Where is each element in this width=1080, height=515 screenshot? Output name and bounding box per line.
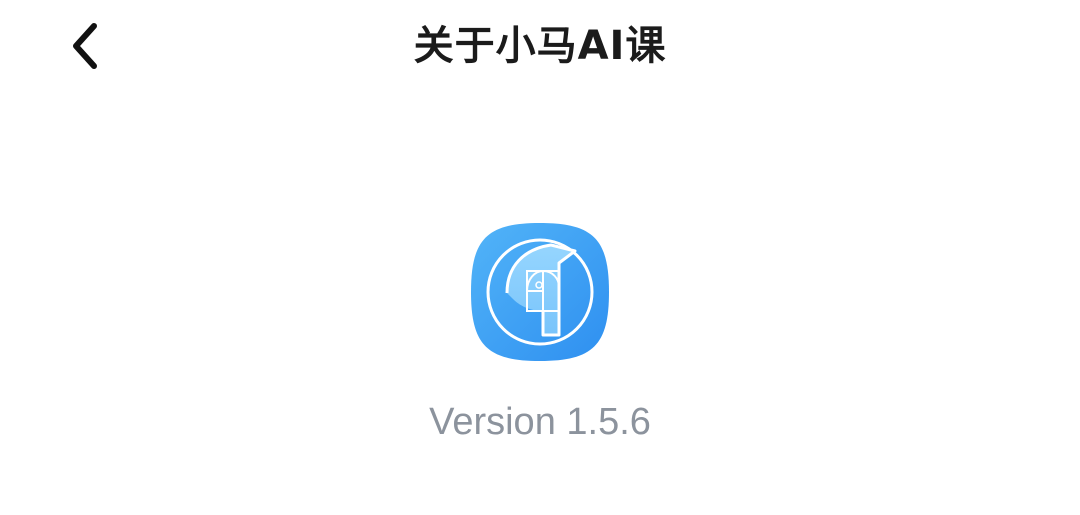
- app-logo-icon: [471, 223, 609, 361]
- top-app-bar: 关于小马AI课: [0, 0, 1080, 92]
- version-text: Version 1.5.6: [429, 401, 651, 443]
- page-title: 关于小马AI课: [413, 23, 667, 69]
